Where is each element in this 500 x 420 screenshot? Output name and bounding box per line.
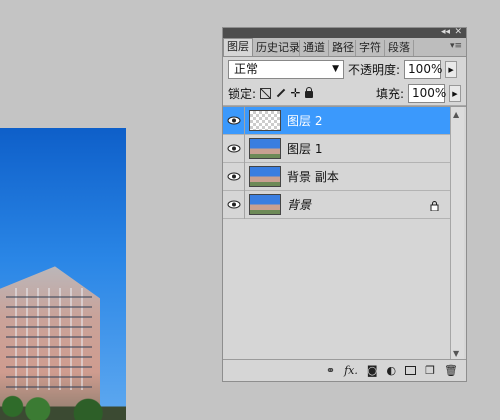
layer-row-layer2[interactable]: 图层 2 [223, 106, 451, 135]
document-canvas[interactable] [0, 128, 126, 420]
eye-icon [227, 200, 240, 209]
fill-input[interactable]: 100% [408, 83, 446, 103]
scroll-down-icon[interactable]: ▼ [453, 349, 459, 358]
canvas-trees-image [0, 386, 126, 420]
eye-icon [227, 144, 240, 153]
panel-tabs: 图层 历史记录 通道 路径 字符 段落 ▾≡ [223, 38, 466, 57]
scroll-up-icon[interactable]: ▲ [453, 110, 459, 119]
layer-thumbnail [249, 194, 281, 215]
link-icon[interactable]: ⚭ [326, 364, 335, 377]
tab-channels[interactable]: 通道 [300, 40, 329, 56]
tab-history[interactable]: 历史记录 [253, 40, 300, 56]
lock-label: 锁定: [228, 86, 257, 101]
fill-label: 填充: [375, 86, 404, 101]
fx-icon[interactable]: fx. [344, 364, 358, 377]
tab-paths[interactable]: 路径 [329, 40, 356, 56]
eye-icon [227, 116, 240, 125]
layer-name[interactable]: 图层 1 [287, 140, 322, 157]
collapse-icon[interactable]: ◂◂ [441, 27, 450, 38]
layers-panel: ◂◂ ✕ 图层 历史记录 通道 路径 字符 段落 ▾≡ 正常 ▼ 不透明度: 1… [222, 27, 467, 382]
layer-row-background[interactable]: 背景 [223, 190, 451, 219]
adjustment-icon[interactable]: ◐ [387, 364, 397, 377]
panel-titlebar[interactable]: ◂◂ ✕ [223, 27, 466, 38]
trash-icon[interactable]: 🗑 [444, 364, 458, 377]
lock-icon [430, 200, 439, 214]
mask-icon[interactable]: ◙ [367, 364, 378, 377]
eye-icon [227, 172, 240, 181]
layer-thumbnail [249, 138, 281, 159]
blend-mode-value: 正常 [234, 61, 259, 76]
tab-character[interactable]: 字符 [356, 40, 385, 56]
new-layer-icon[interactable]: ❐ [425, 364, 435, 377]
layer-row-layer1[interactable]: 图层 1 [223, 134, 451, 163]
layers-scrollbar[interactable]: ▲ ▼ [450, 107, 464, 361]
chevron-down-icon: ▼ [332, 63, 339, 74]
close-icon[interactable]: ✕ [454, 27, 462, 38]
tab-paragraph[interactable]: 段落 [385, 40, 414, 56]
layer-name[interactable]: 背景 副本 [287, 168, 339, 185]
visibility-toggle[interactable] [223, 190, 245, 219]
visibility-toggle[interactable] [223, 106, 245, 135]
blend-mode-select[interactable]: 正常 ▼ [228, 59, 344, 79]
panel-menu-icon[interactable]: ▾≡ [450, 41, 462, 51]
fill-slider-button[interactable]: ▶ [449, 84, 461, 102]
layer-name[interactable]: 图层 2 [287, 112, 322, 129]
layer-name[interactable]: 背景 [287, 196, 311, 213]
layer-thumbnail [249, 166, 281, 187]
layer-row-background-copy[interactable]: 背景 副本 [223, 162, 451, 191]
opacity-slider-button[interactable]: ▶ [445, 60, 458, 78]
tab-layers[interactable]: 图层 [223, 38, 253, 56]
visibility-toggle[interactable] [223, 134, 245, 163]
layers-list: 图层 2 图层 1 背景 副本 背景 ▲ ▼ [223, 106, 466, 361]
layers-bottom-toolbar: ⚭ fx. ◙ ◐ ❐ 🗑 [223, 359, 466, 381]
lock-all-icon[interactable] [305, 87, 314, 98]
group-icon[interactable] [405, 366, 417, 375]
lock-position-icon[interactable]: ✛ [290, 87, 301, 99]
lock-fill-row: 锁定: ✛ 填充: 100% ▶ [223, 81, 466, 106]
blend-opacity-row: 正常 ▼ 不透明度: 100% ▶ [223, 57, 466, 81]
visibility-toggle[interactable] [223, 162, 245, 191]
opacity-label: 不透明度: [348, 62, 401, 77]
lock-transparency-icon[interactable] [260, 87, 272, 99]
lock-pixels-icon[interactable] [275, 88, 286, 99]
layer-thumbnail [249, 110, 281, 131]
opacity-input[interactable]: 100% [404, 59, 442, 79]
